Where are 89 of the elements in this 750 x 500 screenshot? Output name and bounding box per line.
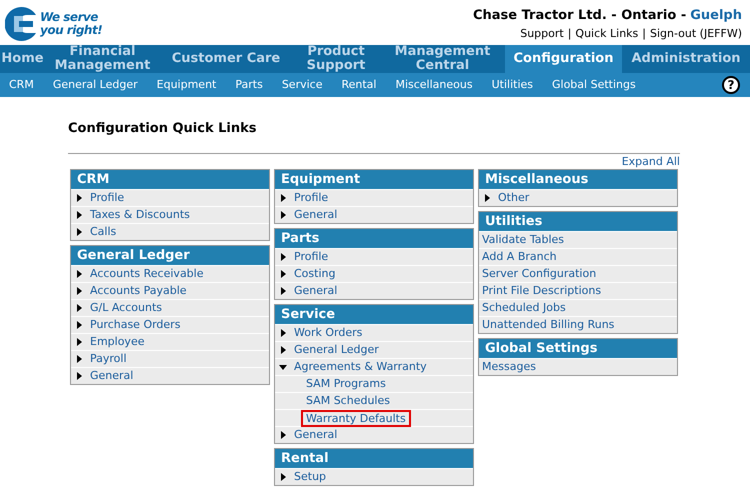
subnav-link[interactable]: Service [276,76,328,94]
link-separator: | [642,26,646,42]
expand-arrow-icon[interactable] [77,194,82,202]
panel-title: Miscellaneous [479,170,677,189]
link-separator: | [568,26,572,42]
panel-link[interactable]: Accounts Receivable [90,267,204,281]
panel-link[interactable]: Server Configuration [482,267,596,281]
expand-arrow-icon[interactable] [281,287,286,295]
logo-icon [5,6,37,42]
nav-tab[interactable]: Home [0,45,45,73]
panel-link[interactable]: Calls [90,225,116,239]
branch-name: Guelph [690,8,742,24]
panel-link[interactable]: Purchase Orders [90,318,180,332]
page-title: Configuration Quick Links [68,121,258,137]
expand-arrow-icon[interactable] [485,194,490,202]
subnav-link[interactable]: Global Settings [547,76,641,94]
expand-arrow-icon[interactable] [77,304,82,312]
expand-arrow-icon[interactable] [281,211,286,219]
expand-arrow-icon[interactable] [281,270,286,278]
panel-link[interactable]: Warranty Defaults [301,410,411,426]
panel-link[interactable]: General [294,428,338,442]
subnav-link[interactable]: Utilities [486,76,538,94]
panel-link[interactable]: Validate Tables [482,233,564,247]
panel-title: Global Settings [479,339,677,358]
panel-link[interactable]: Costing [294,267,336,281]
panel-title: CRM [71,170,269,189]
panel-title: General Ledger [71,246,269,265]
panel-link[interactable]: General Ledger [294,343,379,357]
panel-title: Utilities [479,212,677,231]
panel-link[interactable]: Setup [294,470,326,484]
panel-link[interactable]: SAM Programs [306,377,386,391]
nav-tab[interactable]: Administration [622,45,750,73]
panel-link[interactable]: General [90,369,134,383]
panel-link[interactable]: Work Orders [294,326,362,340]
logo-tagline: We serve you right! [40,10,104,36]
panel-link[interactable]: G/L Accounts [90,301,162,315]
header-link[interactable]: Support [520,26,564,42]
panel-title: Parts [275,229,473,248]
expand-arrow-icon[interactable] [77,372,82,380]
nav-tab[interactable]: Product Support [292,45,380,73]
expand-arrow-icon[interactable] [281,431,286,439]
header-link[interactable]: Sign-out (JEFFW) [650,26,742,42]
nav-tab[interactable]: Customer Care [160,45,292,73]
panel-link[interactable]: Taxes & Discounts [90,208,190,222]
panel-link[interactable]: Agreements & Warranty [294,360,427,374]
nav-tab[interactable]: Financial Management [45,45,160,73]
panel-title: Equipment [275,170,473,189]
panel-link[interactable]: Unattended Billing Runs [482,318,614,332]
panel-link[interactable]: Profile [294,191,328,205]
panel-link[interactable]: General [294,284,338,298]
panel-link[interactable]: Profile [90,191,124,205]
expand-arrow-icon[interactable] [77,211,82,219]
subnav-link[interactable]: Parts [230,76,268,94]
panel-link[interactable]: Add A Branch [482,250,557,264]
collapse-arrow-icon[interactable] [279,364,287,370]
expand-arrow-icon[interactable] [281,194,286,202]
nav-tab[interactable]: Management Central [380,45,505,73]
panel-title: Service [275,305,473,324]
subnav-link[interactable]: Miscellaneous [390,76,478,94]
subnav-link[interactable]: CRM [4,76,39,94]
expand-arrow-icon[interactable] [77,270,82,278]
panel-link[interactable]: Profile [294,250,328,264]
panel-link[interactable]: Accounts Payable [90,284,187,298]
expand-arrow-icon[interactable] [77,338,82,346]
panel-link[interactable]: Employee [90,335,144,349]
expand-arrow-icon[interactable] [281,346,286,354]
panel-link[interactable]: Scheduled Jobs [482,301,566,315]
expand-arrow-icon[interactable] [281,329,286,337]
expand-arrow-icon[interactable] [77,355,82,363]
expand-arrow-icon[interactable] [77,321,82,329]
panel-link[interactable]: Print File Descriptions [482,284,602,298]
expand-arrow-icon[interactable] [77,228,82,236]
company-name: Chase Tractor Ltd. - Ontario - [472,8,686,24]
subnav-link[interactable]: Equipment [152,76,222,94]
expand-all-link[interactable]: Expand All [622,155,680,169]
panel-title: Rental [275,449,473,468]
expand-arrow-icon[interactable] [281,473,286,481]
nav-tab[interactable]: Configuration [505,45,622,73]
panel-link[interactable]: Payroll [90,352,127,366]
header-link[interactable]: Quick Links [575,26,638,42]
panel-link[interactable]: General [294,208,338,222]
subnav-link[interactable]: General Ledger [48,76,143,94]
panel-link[interactable]: Messages [482,360,536,374]
help-button[interactable]: ? [722,76,740,94]
expand-arrow-icon[interactable] [77,287,82,295]
panel-link[interactable]: SAM Schedules [306,394,390,408]
expand-arrow-icon[interactable] [281,253,286,261]
subnav-link[interactable]: Rental [336,76,382,94]
panel-link[interactable]: Other [498,191,530,205]
